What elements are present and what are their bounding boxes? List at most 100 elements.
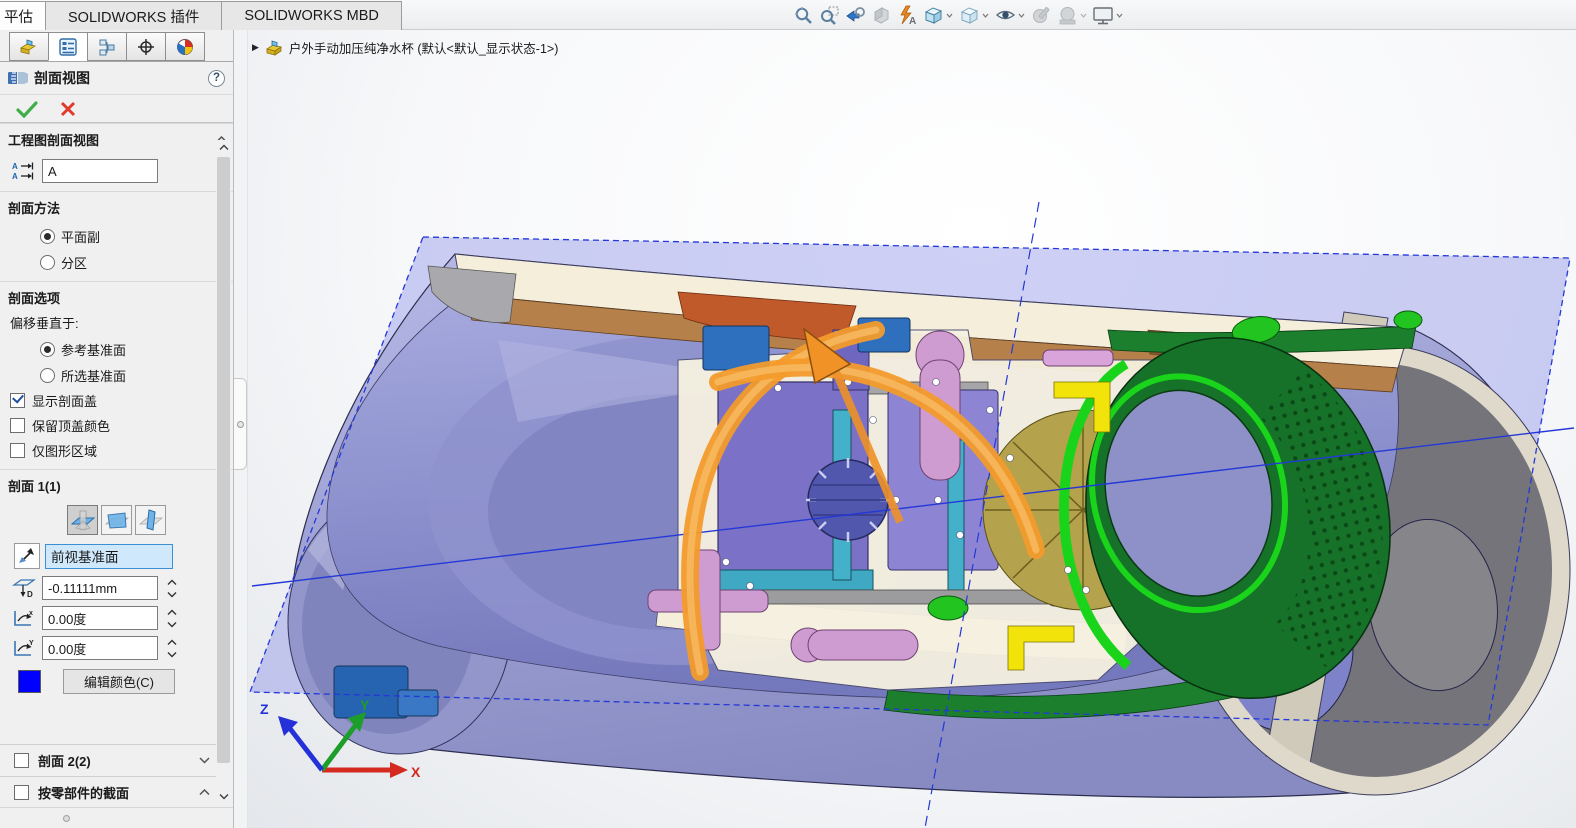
panel-splitter[interactable] [234,30,248,828]
offset-distance-icon: D [12,577,36,599]
radio-label: 分区 [61,253,87,272]
ribbon-tab-evaluate[interactable]: 平估 [0,1,46,30]
radio-planar[interactable]: 平面副 [0,223,233,249]
group-section-2-header[interactable]: 剖面 2(2) [0,744,218,775]
graphics-viewport[interactable]: ▶ 户外手动加压纯净水杯 (默认<默认_显示状态-1>) [248,30,1576,828]
group-section-method: 剖面方法 平面副 分区 [0,191,233,281]
group-drawing-section-view-header[interactable]: 工程图剖面视图 [0,124,233,153]
tab-dimxpert[interactable] [126,32,166,61]
radio-icon [40,368,55,383]
checkbox-show-section-cap[interactable]: 显示剖面盖 [0,388,233,413]
group-section-options-header[interactable]: 剖面选项 [0,282,233,311]
right-plane-button[interactable] [135,505,166,535]
ribbon-tabs: 平估 SOLIDWORKS 插件 SOLIDWORKS MBD [0,1,401,30]
offset-spin-up[interactable] [164,577,179,587]
checkbox-icon [10,443,25,458]
dynamic-annotation-views-icon[interactable]: A [894,2,920,28]
tab-configurationmanager[interactable] [87,32,127,61]
section-view-icon[interactable] [868,2,894,28]
checkbox-icon [10,393,25,408]
collapse-chevron-icon[interactable] [199,789,210,796]
x-rotation-spin-down[interactable] [164,619,179,629]
scrollbar-up-arrow[interactable] [216,140,231,155]
tab-displaymanager[interactable] [165,32,205,61]
apply-scene-caret[interactable] [1080,13,1087,18]
view-settings-caret[interactable] [1116,13,1123,18]
view-settings-icon[interactable] [1090,2,1116,28]
group-title: 剖面 2(2) [38,751,199,770]
x-axis-label: X [411,764,421,780]
checkbox-label: 显示剖面盖 [32,391,97,410]
y-rotation-input[interactable]: 0.00度 [42,636,158,660]
y-rotation-value: 0.00度 [48,639,86,658]
hide-show-items-icon[interactable] [992,2,1018,28]
heads-up-toolbar: A [790,2,1126,28]
display-sphere-icon [176,38,194,56]
help-icon[interactable]: ? [208,70,225,87]
view-orientation-caret[interactable] [946,13,953,18]
ribbon-tab-solidworks-addins[interactable]: SOLIDWORKS 插件 [45,1,222,30]
zoom-to-fit-icon[interactable] [790,2,816,28]
display-style-caret[interactable] [982,13,989,18]
radio-selected-plane[interactable]: 所选基准面 [0,362,233,388]
y-rotation-icon: Y [12,637,36,659]
confirm-bar [0,95,233,123]
section-color-swatch [18,670,41,693]
panel-scrollbar[interactable] [216,140,231,804]
tab-propertymanager[interactable] [48,32,88,61]
radio-reference-plane[interactable]: 参考基准面 [0,336,233,362]
section-2-checkbox[interactable] [14,753,29,768]
offset-distance-value: -0.11111mm [48,581,117,596]
panel-title: 剖面视图 [34,68,208,88]
offset-distance-input[interactable]: -0.11111mm [42,576,158,600]
section-label-icon: AA [12,161,34,181]
radio-label: 所选基准面 [61,366,126,385]
group-title: 工程图剖面视图 [8,130,216,149]
group-section-1-header[interactable]: 剖面 1(1) [0,470,233,499]
solidworks-window: 平估 SOLIDWORKS 插件 SOLIDWORKS MBD A [0,0,1576,828]
scrollbar-down-arrow[interactable] [216,789,231,804]
display-style-icon[interactable] [956,2,982,28]
tab-featuremanager-tree[interactable] [9,32,49,61]
checkbox-graphics-only[interactable]: 仅图形区域 [0,438,233,463]
view-orientation-icon[interactable] [920,2,946,28]
section-name-input[interactable]: A [42,159,158,183]
edit-color-label: 编辑颜色(C) [84,672,154,691]
ribbon-tab-solidworks-mbd[interactable]: SOLIDWORKS MBD [221,1,402,30]
scrollbar-thumb[interactable] [217,157,230,763]
group-section-method-header[interactable]: 剖面方法 [0,192,233,221]
edit-appearance-icon[interactable] [1028,2,1054,28]
front-plane-button[interactable] [67,505,98,535]
group-per-component-header[interactable]: 按零部件的截面 [0,776,218,807]
radio-label: 平面副 [61,227,100,246]
previous-view-icon[interactable] [842,2,868,28]
reference-plane-field[interactable]: 前视基准面 [45,544,173,569]
model-scene[interactable]: X Y Z [248,30,1576,828]
offset-spin-down[interactable] [164,589,179,599]
ribbon-bar: 平估 SOLIDWORKS 插件 SOLIDWORKS MBD A [0,0,1576,30]
ok-button[interactable] [16,100,38,118]
radio-zonal[interactable]: 分区 [0,249,233,275]
section-view-panel-icon [8,69,28,87]
x-rotation-icon: x [12,607,36,629]
section-name-value: A [48,164,57,179]
reverse-direction-button[interactable] [14,543,40,569]
zoom-to-area-icon[interactable] [816,2,842,28]
per-component-checkbox[interactable] [14,785,29,800]
checkbox-keep-cap-color[interactable]: 保留顶盖颜色 [0,413,233,438]
edit-color-button[interactable]: 编辑颜色(C) [63,669,175,694]
z-axis-label: Z [260,701,269,717]
splitter-handle[interactable] [234,378,247,470]
panel-resize-grip[interactable] [0,807,233,828]
apply-scene-icon[interactable] [1054,2,1080,28]
top-plane-button[interactable] [101,505,132,535]
hide-show-items-caret[interactable] [1018,13,1025,18]
x-rotation-spin-up[interactable] [164,607,179,617]
cancel-button[interactable] [60,101,76,117]
x-rotation-input[interactable]: 0.00度 [42,606,158,630]
radio-icon [40,342,55,357]
y-rotation-spin-down[interactable] [164,649,179,659]
grip-dot-icon [63,815,70,822]
y-rotation-spin-up[interactable] [164,637,179,647]
expand-chevron-icon[interactable] [199,757,210,764]
